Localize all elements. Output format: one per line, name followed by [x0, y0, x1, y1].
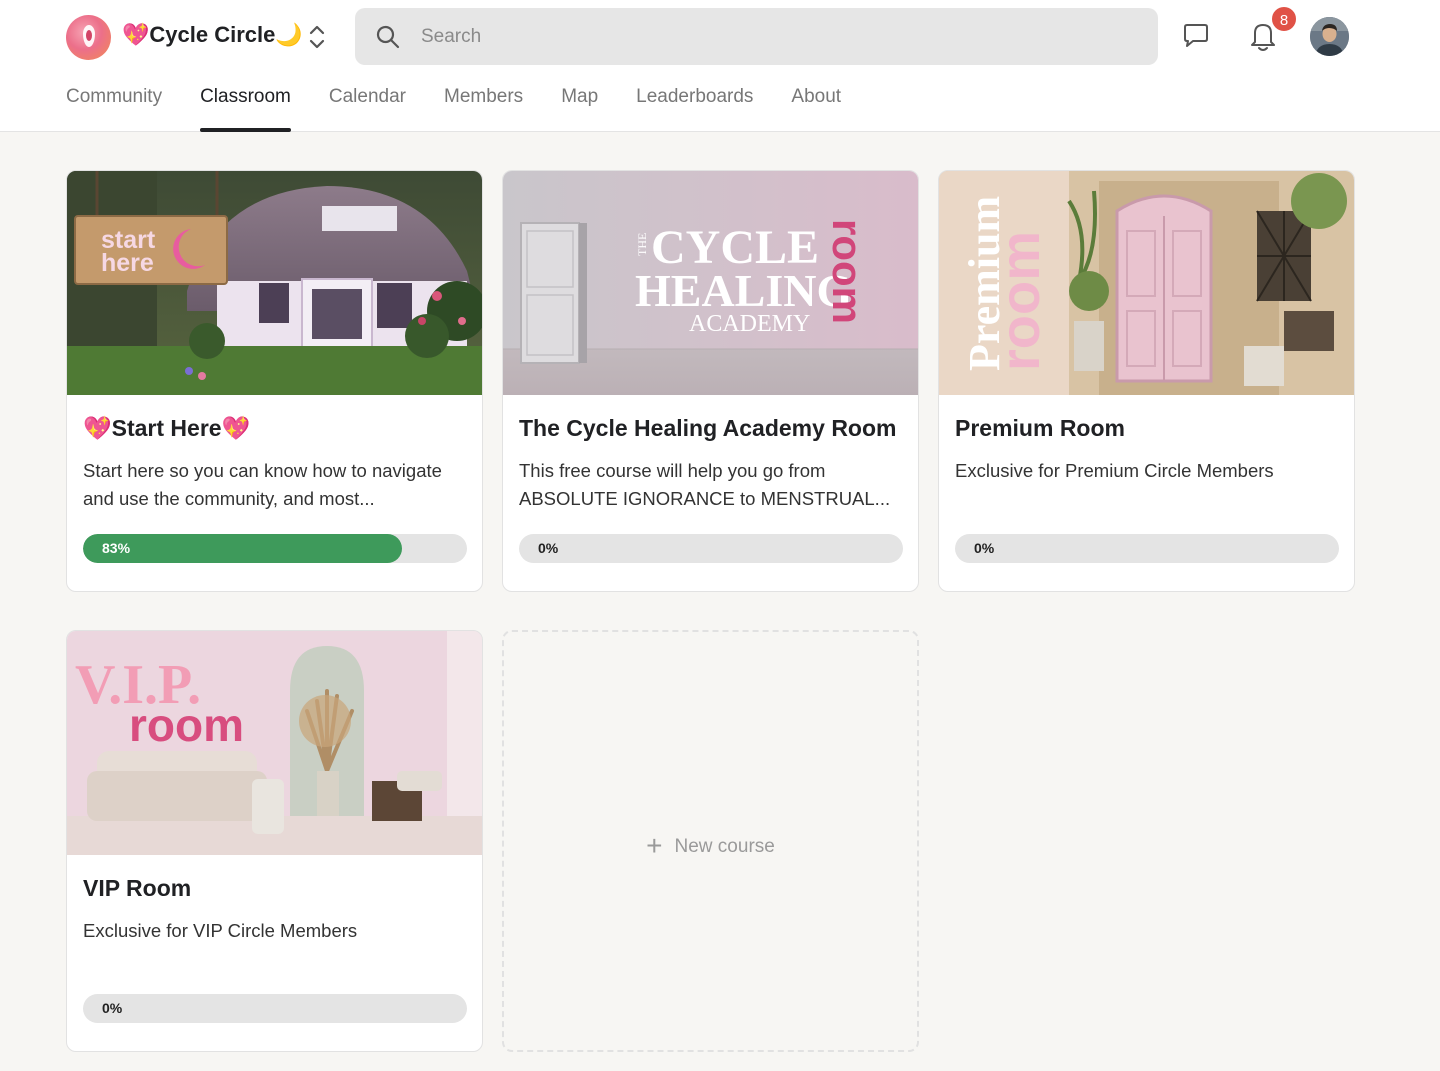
- course-thumbnail: THE CYCLE HEALING ACADEMY room: [503, 171, 918, 395]
- search-icon: [375, 24, 401, 55]
- top-header: 💖Cycle Circle🌙 8 Community Classroom Cal…: [0, 0, 1440, 132]
- community-name-text: Cycle Circle: [149, 22, 276, 47]
- thumbnail-text-the: THE: [635, 233, 649, 256]
- plus-icon: +: [646, 830, 663, 861]
- course-progress-label: 0%: [538, 540, 559, 556]
- search-bar[interactable]: [355, 8, 1158, 65]
- thumbnail-text-room: room: [988, 231, 1051, 371]
- course-description: Exclusive for Premium Circle Members: [955, 460, 1274, 481]
- course-progress-bar: 0%: [519, 534, 903, 563]
- new-course-button[interactable]: + New course: [502, 630, 919, 1052]
- thumbnail-text-healing: HEALING: [635, 265, 852, 316]
- course-title: VIP Room: [83, 875, 192, 901]
- new-course-label: New course: [674, 836, 775, 857]
- user-avatar[interactable]: [1310, 17, 1349, 56]
- new-course-content: + New course: [504, 830, 917, 862]
- chevron-up-down-icon[interactable]: [304, 21, 330, 53]
- course-title: 💖Start Here💖: [83, 415, 251, 441]
- heart-icon: 💖: [122, 22, 150, 47]
- course-progress-bar: 83%: [83, 534, 467, 563]
- search-input[interactable]: [421, 22, 1121, 52]
- course-progress-label: 0%: [974, 540, 995, 556]
- moon-icon: 🌙: [275, 22, 303, 47]
- thumbnail-text-academy: ACADEMY: [689, 311, 810, 337]
- course-card-start-here[interactable]: start here 💖Start Here💖 Start here so yo…: [66, 170, 483, 592]
- tab-map[interactable]: Map: [561, 82, 598, 132]
- tab-leaderboards[interactable]: Leaderboards: [636, 82, 753, 132]
- thumbnail-text-room: room: [824, 219, 871, 324]
- course-title: Premium Room: [955, 415, 1125, 441]
- course-thumbnail: V.I.P. room: [67, 631, 482, 855]
- course-description: Exclusive for VIP Circle Members: [83, 920, 358, 941]
- course-progress-bar: 0%: [83, 994, 467, 1023]
- course-description: Start here so you can know how to naviga…: [83, 460, 442, 509]
- course-card-vip-room[interactable]: V.I.P. room VIP Room Exclusive for VIP C…: [66, 630, 483, 1052]
- course-card-premium-room[interactable]: Premium room Premium Room Exclusive for …: [938, 170, 1355, 592]
- tab-classroom[interactable]: Classroom: [200, 82, 291, 132]
- community-logo[interactable]: [66, 15, 111, 60]
- course-thumbnail: start here: [67, 171, 482, 395]
- tab-calendar[interactable]: Calendar: [329, 82, 406, 132]
- community-name[interactable]: 💖Cycle Circle🌙: [122, 22, 303, 48]
- thumbnail-text-room: room: [129, 699, 244, 751]
- tab-community[interactable]: Community: [66, 82, 162, 132]
- thumbnail-text-here: here: [101, 249, 154, 277]
- course-thumbnail: Premium room: [939, 171, 1354, 395]
- main-nav: Community Classroom Calendar Members Map…: [66, 82, 879, 132]
- tab-members[interactable]: Members: [444, 82, 523, 132]
- course-card-cycle-healing-academy[interactable]: THE CYCLE HEALING ACADEMY room The Cycle…: [502, 170, 919, 592]
- course-progress-label: 83%: [102, 540, 131, 556]
- course-progress-bar: 0%: [955, 534, 1339, 563]
- course-progress-fill: [83, 534, 402, 563]
- notification-count-badge: 8: [1270, 5, 1298, 33]
- tab-about[interactable]: About: [791, 82, 841, 132]
- course-progress-label: 0%: [102, 1000, 123, 1016]
- course-title: The Cycle Healing Academy Room: [519, 415, 897, 441]
- course-description: This free course will help you go from A…: [519, 460, 891, 509]
- chat-icon[interactable]: [1180, 20, 1212, 52]
